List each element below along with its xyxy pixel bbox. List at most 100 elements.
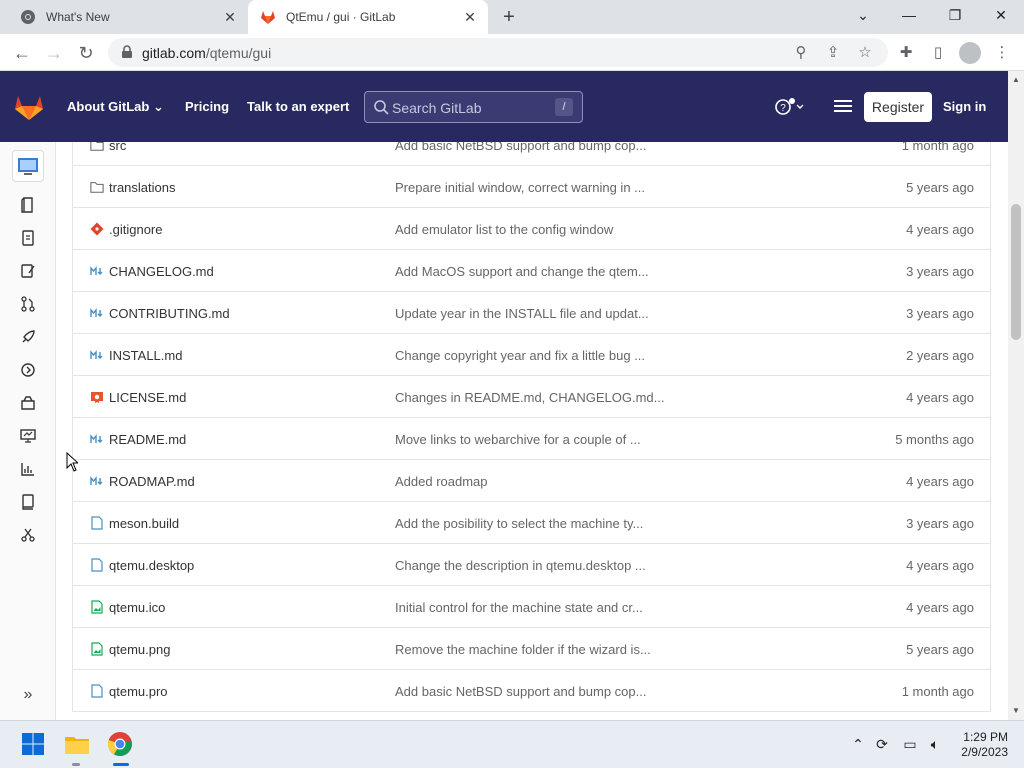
file-row[interactable]: CHANGELOG.md Add MacOS support and change… bbox=[73, 250, 990, 292]
commit-message-link[interactable]: Added roadmap bbox=[395, 474, 488, 489]
commit-message-link[interactable]: Changes in README.md, CHANGELOG.md... bbox=[395, 390, 664, 405]
profile-avatar[interactable] bbox=[959, 42, 981, 64]
snippets-icon[interactable] bbox=[16, 525, 40, 545]
commit-message-link[interactable]: Add basic NetBSD support and bump cop... bbox=[395, 142, 646, 153]
search-icon[interactable]: ⚲ bbox=[792, 44, 810, 62]
file-name-link[interactable]: src bbox=[109, 142, 126, 153]
file-row[interactable]: LICENSE.md Changes in README.md, CHANGELO… bbox=[73, 376, 990, 418]
restore-icon[interactable]: ❐ bbox=[932, 0, 978, 30]
file-row[interactable]: src Add basic NetBSD support and bump cop… bbox=[73, 142, 990, 166]
commit-message-link[interactable]: Add the posibility to select the machine… bbox=[395, 516, 643, 531]
file-name-link[interactable]: ROADMAP.md bbox=[109, 474, 195, 489]
commit-message-link[interactable]: Update year in the INSTALL file and upda… bbox=[395, 306, 649, 321]
file-row[interactable]: qtemu.png Remove the machine folder if th… bbox=[73, 628, 990, 670]
commit-message-link[interactable]: Change copyright year and fix a little b… bbox=[395, 348, 645, 363]
commit-message-link[interactable]: Add basic NetBSD support and bump cop... bbox=[395, 684, 646, 699]
sync-icon[interactable]: ⟳ bbox=[873, 735, 891, 753]
project-info-icon[interactable] bbox=[16, 195, 40, 215]
reload-icon[interactable]: ↻ bbox=[72, 39, 100, 67]
commit-message-link[interactable]: Initial control for the machine state an… bbox=[395, 600, 643, 615]
close-window-icon[interactable]: ✕ bbox=[978, 0, 1024, 30]
tab-whats-new[interactable]: What's New ✕ bbox=[8, 0, 248, 34]
about-gitlab-menu[interactable]: About GitLab ⌄ bbox=[67, 99, 164, 115]
close-tab-icon[interactable]: ✕ bbox=[462, 9, 478, 25]
project-sidebar: » bbox=[0, 142, 56, 720]
help-menu[interactable]: ? bbox=[774, 97, 804, 117]
minimize-icon[interactable]: — bbox=[886, 0, 932, 30]
commit-message-link[interactable]: Move links to webarchive for a couple of… bbox=[395, 432, 641, 447]
star-icon[interactable]: ☆ bbox=[856, 44, 874, 62]
file-name-link[interactable]: qtemu.ico bbox=[109, 600, 165, 615]
talk-to-expert-link[interactable]: Talk to an expert bbox=[247, 99, 349, 114]
chevron-down-icon[interactable]: ⌄ bbox=[840, 0, 886, 30]
search-input[interactable]: Search GitLab / bbox=[364, 91, 583, 123]
commit-message-link[interactable]: Add MacOS support and change the qtem... bbox=[395, 264, 649, 279]
file-row[interactable]: qtemu.ico Initial control for the machine… bbox=[73, 586, 990, 628]
wiki-icon[interactable] bbox=[16, 492, 40, 512]
file-name-link[interactable]: meson.build bbox=[109, 516, 179, 531]
file-name-link[interactable]: CHANGELOG.md bbox=[109, 264, 214, 279]
file-row[interactable]: .gitignore Add emulator list to the confi… bbox=[73, 208, 990, 250]
file-name-link[interactable]: LICENSE.md bbox=[109, 390, 186, 405]
windows-start-icon[interactable] bbox=[18, 729, 48, 759]
file-name-link[interactable]: CONTRIBUTING.md bbox=[109, 306, 230, 321]
chrome-taskbar-icon[interactable] bbox=[105, 729, 135, 759]
extensions-icon[interactable]: ✚ bbox=[896, 43, 916, 63]
deployments-icon[interactable] bbox=[16, 360, 40, 380]
commit-message-link[interactable]: Prepare initial window, correct warning … bbox=[395, 180, 645, 195]
file-name-link[interactable]: INSTALL.md bbox=[109, 348, 182, 363]
sign-in-link[interactable]: Sign in bbox=[943, 99, 986, 114]
collapse-sidebar-button[interactable]: » bbox=[18, 685, 38, 705]
commit-message-link[interactable]: Change the description in qtemu.desktop … bbox=[395, 558, 646, 573]
pricing-link[interactable]: Pricing bbox=[185, 99, 229, 114]
system-clock[interactable]: 1:29 PM 2/9/2023 bbox=[961, 730, 1008, 760]
share-icon[interactable]: ⇪ bbox=[824, 44, 842, 62]
last-update-date: 1 month ago bbox=[901, 142, 974, 153]
file-name-link[interactable]: README.md bbox=[109, 432, 186, 447]
file-icon bbox=[90, 516, 104, 530]
monitor-icon[interactable] bbox=[16, 426, 40, 446]
gitlab-logo-icon[interactable] bbox=[14, 93, 44, 121]
file-row[interactable]: README.md Move links to webarchive for a … bbox=[73, 418, 990, 460]
file-name-link[interactable]: .gitignore bbox=[109, 222, 162, 237]
vertical-scrollbar[interactable]: ▲ ▼ bbox=[1008, 71, 1024, 720]
file-row[interactable]: qtemu.desktop Change the description in q… bbox=[73, 544, 990, 586]
close-tab-icon[interactable]: ✕ bbox=[222, 9, 238, 25]
ci-cd-icon[interactable] bbox=[16, 327, 40, 347]
lock-icon[interactable] bbox=[120, 45, 134, 59]
back-icon[interactable]: ← bbox=[8, 39, 36, 67]
packages-icon[interactable] bbox=[16, 393, 40, 413]
commit-message-link[interactable]: Remove the machine folder if the wizard … bbox=[395, 642, 651, 657]
register-button[interactable]: Register bbox=[864, 92, 932, 122]
forward-icon[interactable]: → bbox=[40, 39, 68, 67]
scroll-up-icon[interactable]: ▲ bbox=[1008, 73, 1024, 87]
chevron-up-icon[interactable]: ⌃ bbox=[849, 735, 867, 753]
file-name-link[interactable]: qtemu.pro bbox=[109, 684, 168, 699]
file-name-link[interactable]: translations bbox=[109, 180, 175, 195]
merge-requests-icon[interactable] bbox=[16, 294, 40, 314]
file-explorer-icon[interactable] bbox=[62, 729, 92, 759]
file-name-link[interactable]: qtemu.desktop bbox=[109, 558, 194, 573]
tab-gitlab[interactable]: QtEmu / gui · GitLab ✕ bbox=[248, 0, 488, 34]
volume-icon[interactable]: 🔈︎ bbox=[926, 735, 944, 753]
display-icon[interactable]: ▭ bbox=[901, 735, 919, 753]
analytics-icon[interactable] bbox=[16, 459, 40, 479]
file-row[interactable]: qtemu.pro Add basic NetBSD support and bu… bbox=[73, 670, 990, 712]
file-row[interactable]: CONTRIBUTING.md Update year in the INSTAL… bbox=[73, 292, 990, 334]
hamburger-icon[interactable] bbox=[834, 98, 852, 114]
file-row[interactable]: translations Prepare initial window, corr… bbox=[73, 166, 990, 208]
side-panel-icon[interactable]: ▯ bbox=[928, 43, 948, 63]
scrollbar-thumb[interactable] bbox=[1011, 204, 1021, 340]
file-name-link[interactable]: qtemu.png bbox=[109, 642, 170, 657]
issues-icon[interactable] bbox=[16, 261, 40, 281]
new-tab-button[interactable]: + bbox=[497, 5, 521, 29]
commit-message-link[interactable]: Add emulator list to the config window bbox=[395, 222, 613, 237]
scroll-down-icon[interactable]: ▼ bbox=[1008, 704, 1024, 718]
address-bar[interactable]: gitlab.com/qtemu/gui ⚲ ⇪ ☆ bbox=[108, 38, 888, 67]
file-row[interactable]: INSTALL.md Change copyright year and fix … bbox=[73, 334, 990, 376]
file-row[interactable]: meson.build Add the posibility to select … bbox=[73, 502, 990, 544]
repository-icon[interactable] bbox=[16, 228, 40, 248]
project-avatar[interactable] bbox=[12, 150, 44, 182]
menu-dots-icon[interactable]: ⋮ bbox=[992, 43, 1012, 63]
file-row[interactable]: ROADMAP.md Added roadmap 4 years ago bbox=[73, 460, 990, 502]
